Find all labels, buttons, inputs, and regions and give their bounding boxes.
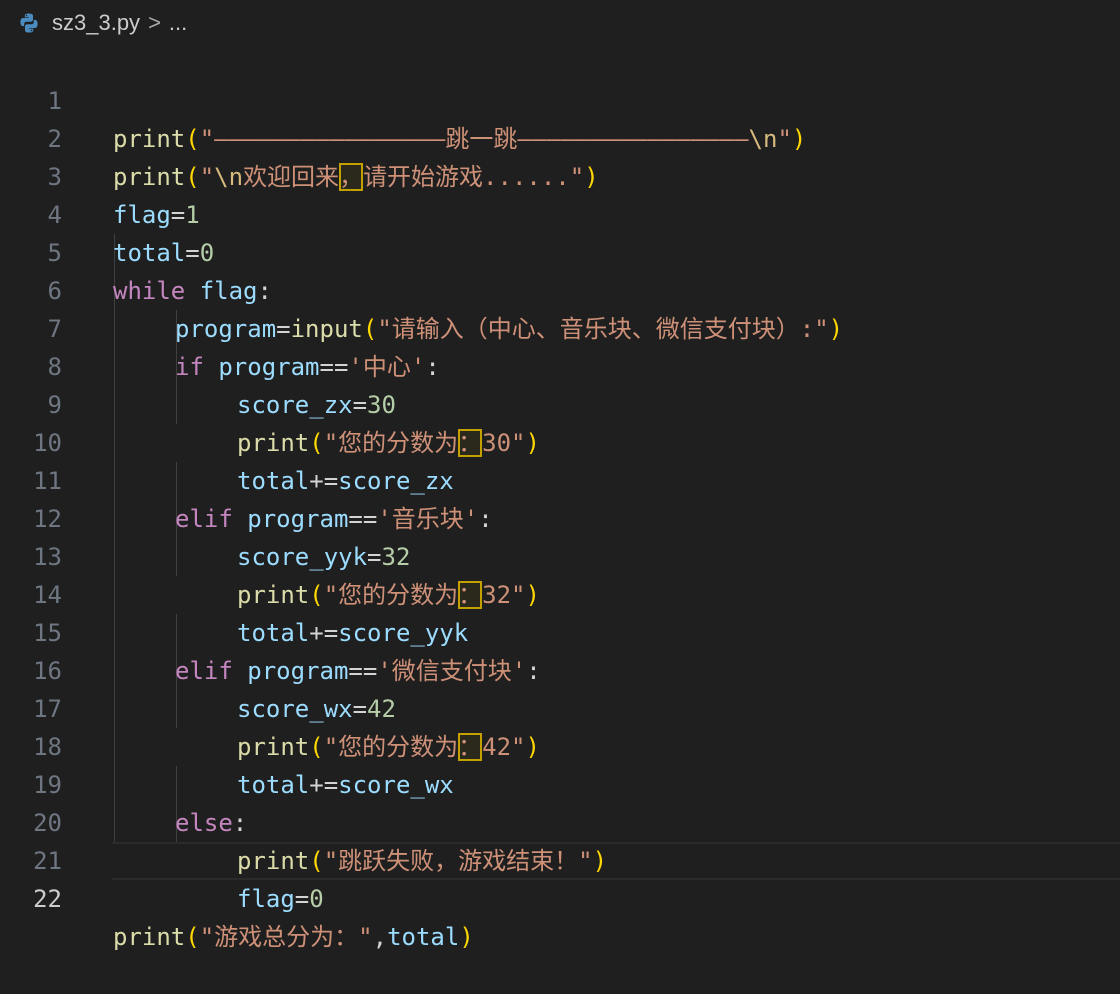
token: 0 [309, 885, 324, 913]
breadcrumb-more[interactable]: ... [169, 10, 187, 36]
code-line[interactable]: 10 total+=score_zx [0, 386, 1120, 495]
code-line[interactable]: 12 score_yyk=32 [0, 462, 1120, 571]
code-editor[interactable]: 1 print("————————————————跳一跳————————————… [0, 44, 1120, 951]
code-line[interactable]: 8 score_zx=30 [0, 310, 1120, 419]
code-line[interactable]: 21 flag=0 [0, 804, 1120, 913]
code-line[interactable]: 14 total+=score_yyk [0, 538, 1120, 647]
token: ) [459, 923, 474, 951]
python-file-icon [18, 12, 40, 34]
code-line[interactable]: 11 elif program=='音乐块': [0, 424, 1120, 533]
token: flag [237, 885, 295, 913]
code-line[interactable]: 16 score_wx=42 [0, 614, 1120, 723]
code-line[interactable]: 1 print("————————————————跳一跳————————————… [0, 44, 1120, 153]
token: "游戏总分为：" [199, 923, 373, 951]
code-text: flag=0 [237, 880, 324, 918]
line-number: 22 [33, 885, 62, 913]
code-line[interactable]: 15 elif program=='微信支付块': [0, 576, 1120, 685]
code-line-current[interactable]: 22 print("游戏总分为：",total) [0, 842, 1120, 951]
token: , [372, 923, 388, 951]
chevron-right-icon: > [148, 10, 161, 35]
token: = [294, 885, 310, 913]
code-line[interactable]: 17 print("您的分数为：42") [0, 652, 1120, 761]
code-line[interactable]: 18 total+=score_wx [0, 690, 1120, 799]
breadcrumb: sz3_3.py > ... [0, 0, 1120, 46]
code-text: print("游戏总分为：",total) [113, 918, 474, 956]
code-line[interactable]: 2 print("\n欢迎回来，请开始游戏......") [0, 82, 1120, 191]
code-line[interactable]: 20 print("跳跃失败，游戏结束！") [0, 766, 1120, 875]
token: total [387, 923, 460, 951]
code-line[interactable]: 3 flag=1 [0, 120, 1120, 229]
code-line[interactable]: 4 total=0 [0, 158, 1120, 267]
code-line[interactable]: 7 if program=='中心': [0, 272, 1120, 381]
code-line[interactable]: 6 program=input("请输入（中心、音乐块、微信支付块）:") [0, 234, 1120, 343]
code-line[interactable]: 13 print("您的分数为：32") [0, 500, 1120, 609]
code-line[interactable]: 19 else: [0, 728, 1120, 837]
token: ( [185, 923, 200, 951]
breadcrumb-file[interactable]: sz3_3.py [52, 10, 140, 36]
token: print [113, 923, 186, 951]
code-line[interactable]: 5 while flag: [0, 196, 1120, 305]
code-line[interactable]: 9 print("您的分数为：30") [0, 348, 1120, 457]
